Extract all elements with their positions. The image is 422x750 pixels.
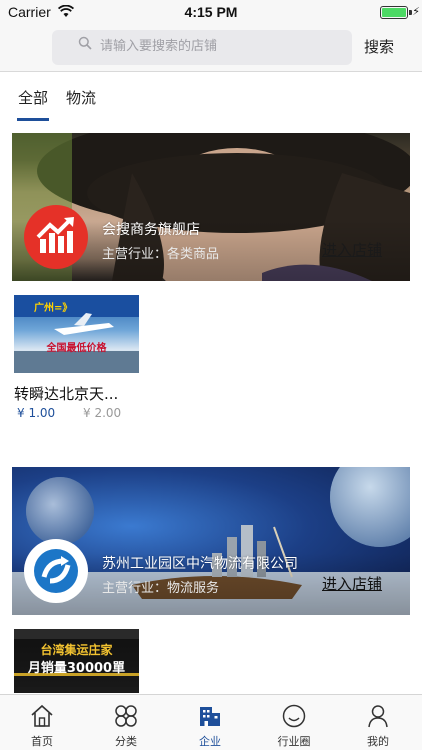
charging-icon: ⚡ xyxy=(412,5,420,18)
tab-home[interactable]: 首页 xyxy=(0,695,84,750)
clock: 4:15 PM xyxy=(184,4,238,20)
growth-chart-logo-icon xyxy=(24,205,88,269)
tab-profile[interactable]: 我的 xyxy=(336,695,420,750)
tab-all[interactable]: 全部 xyxy=(18,87,48,108)
product-image: 台湾集运庄家 月销量30000單 xyxy=(14,629,139,693)
profile-icon xyxy=(368,705,388,728)
shop-banner[interactable]: 会搜商务旗舰店 主营行业：各类商品 进入店铺 xyxy=(12,133,410,281)
shop-industry: 主营行业：物流服务 xyxy=(102,581,220,596)
tab-category[interactable]: 分类 xyxy=(84,695,168,750)
product-title: 转瞬达北京天... xyxy=(14,385,119,403)
tab-logistics[interactable]: 物流 xyxy=(66,87,96,108)
product-original-price: ¥ 2.00 xyxy=(83,406,122,420)
smiley-circle-icon xyxy=(282,704,306,728)
search-icon xyxy=(78,36,92,50)
tab-label: 行业圈 xyxy=(277,735,311,748)
tab-label: 企业 xyxy=(199,735,221,748)
shop-name: 苏州工业园区中汽物流有限公司 xyxy=(102,556,298,572)
tab-company[interactable]: 企业 xyxy=(168,695,252,750)
status-bar: Carrier 4:15 PM ⚡ xyxy=(0,0,422,26)
shop-list: 会搜商务旗舰店 主营行业：各类商品 进入店铺 广州=》 全国最低价格 转瞬达北京… xyxy=(0,123,422,693)
product-image-text: 台湾集运庄家 xyxy=(40,643,113,657)
enter-shop-button[interactable]: 进入店铺 xyxy=(322,573,382,594)
enter-shop-button[interactable]: 进入店铺 xyxy=(322,239,382,260)
battery-icon xyxy=(380,6,408,19)
product-image-text: 广州=》 xyxy=(34,303,73,314)
shop-name: 会搜商务旗舰店 xyxy=(102,222,200,238)
home-icon xyxy=(31,704,53,727)
active-tab-indicator xyxy=(17,118,49,121)
tab-industry-circle[interactable]: 行业圈 xyxy=(252,695,336,750)
product-image-text: 月销量30000單 xyxy=(27,661,126,676)
circular-arrow-logo-icon xyxy=(24,539,88,603)
product-card[interactable]: 台湾集运庄家 月销量30000單 xyxy=(14,629,139,693)
tab-label: 首页 xyxy=(31,735,53,748)
product-card[interactable]: 广州=》 全国最低价格 转瞬达北京天... ¥ 1.00 ¥ 2.00 xyxy=(14,295,139,420)
search-placeholder: 请输入要搜索的店铺 xyxy=(100,39,218,54)
product-price: ¥ 1.00 xyxy=(17,406,56,420)
price-row: ¥ 1.00 ¥ 2.00 xyxy=(14,406,139,420)
tab-label: 我的 xyxy=(367,735,389,748)
shop-industry: 主营行业：各类商品 xyxy=(102,247,220,262)
shop-banner[interactable]: 苏州工业园区中汽物流有限公司 主营行业：物流服务 进入店铺 xyxy=(12,467,410,615)
product-image: 广州=》 全国最低价格 xyxy=(14,295,139,373)
company-building-icon xyxy=(200,707,220,726)
category-grid-icon xyxy=(115,705,137,727)
search-button[interactable]: 搜索 xyxy=(364,36,394,57)
search-bar: 请输入要搜索的店铺 搜索 xyxy=(0,26,422,72)
category-tabs: 全部 物流 xyxy=(0,73,422,123)
tab-label: 分类 xyxy=(115,735,137,748)
bottom-tab-bar: 首页 分类 企业 行业圈 我的 xyxy=(0,694,422,750)
product-image-text: 全国最低价格 xyxy=(46,343,107,354)
